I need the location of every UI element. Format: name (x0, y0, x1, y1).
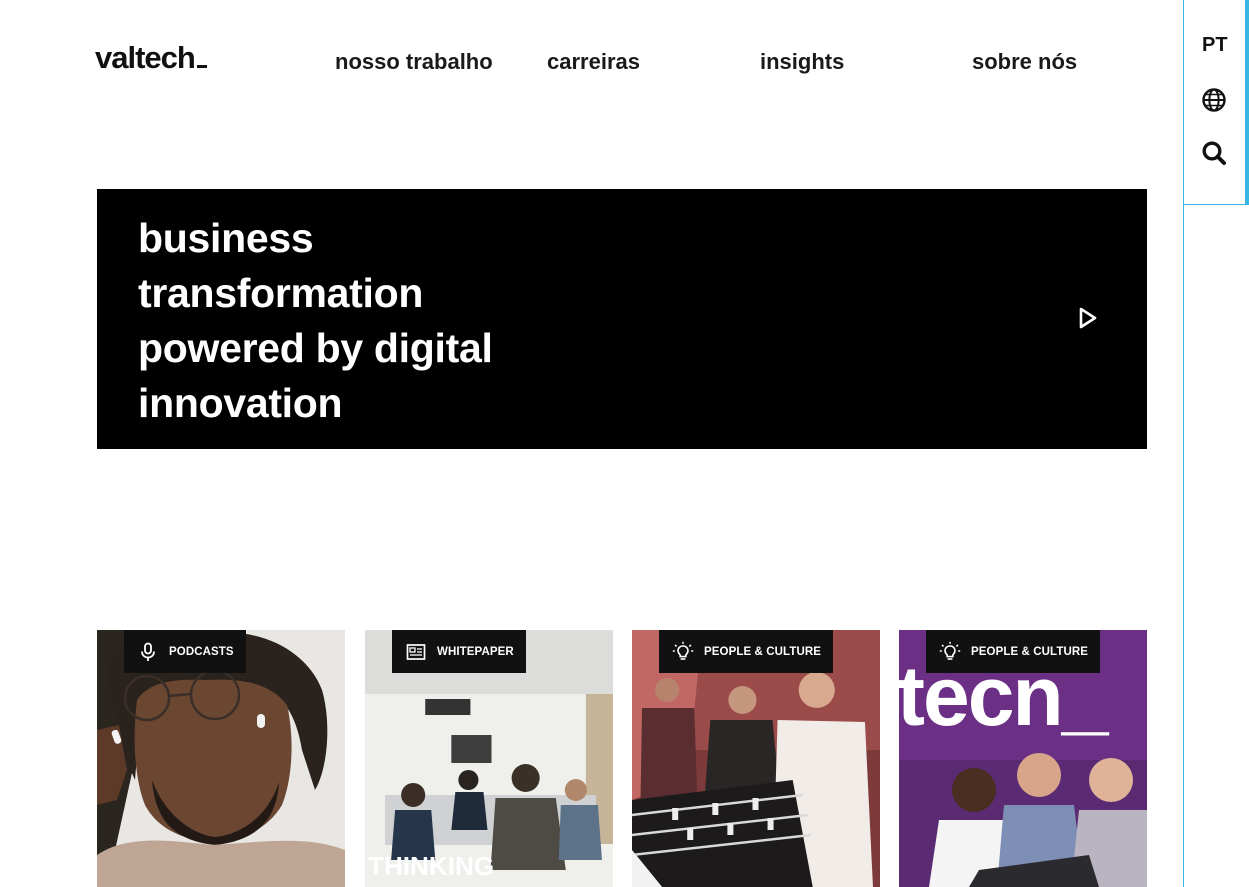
play-icon[interactable] (1072, 303, 1102, 333)
microphone-icon (141, 642, 155, 661)
document-icon (406, 643, 426, 660)
language-selector[interactable]: PT (1202, 34, 1228, 57)
nav-item-carreiras[interactable]: carreiras (547, 48, 640, 76)
card-image-text-thinking: THINKING (368, 851, 494, 881)
card-podcasts[interactable]: PODCASTS (97, 630, 345, 887)
card-category-label: PEOPLE & CULTURE (704, 645, 822, 658)
card-category-tag: PEOPLE & CULTURE (659, 630, 834, 673)
card-people-culture-1[interactable]: PEOPLE & CULTURE (632, 630, 880, 887)
globe-icon[interactable] (1201, 87, 1227, 113)
card-category-label: PODCASTS (169, 645, 234, 658)
card-category-tag: WHITEPAPER (392, 630, 526, 673)
hero-banner: business transformation powered by digit… (97, 189, 1147, 449)
valtech-logo[interactable]: valtech (95, 40, 207, 76)
card-category-label: WHITEPAPER (437, 645, 514, 658)
scrollbar-thumb[interactable] (1245, 0, 1249, 205)
nav-item-insights[interactable]: insights (760, 48, 844, 76)
hero-title: business transformation powered by digit… (138, 215, 493, 426)
card-category-label: PEOPLE & CULTURE (971, 645, 1089, 658)
side-rail: PT (1183, 0, 1249, 887)
lightbulb-icon (939, 641, 961, 660)
logo-cursor-mark (196, 65, 207, 68)
card-whitepaper[interactable]: THINKING WHITEPAPER (365, 630, 613, 887)
card-people-culture-2[interactable]: tecn_ PEOPLE & CULTURE (899, 630, 1147, 887)
nav-item-nosso-trabalho[interactable]: nosso trabalho (335, 48, 493, 76)
card-category-tag: PEOPLE & CULTURE (926, 630, 1101, 673)
lightbulb-icon (672, 641, 694, 660)
site-header: valtech nosso trabalho carreiras insight… (0, 0, 1183, 120)
nav-item-sobre-nos[interactable]: sobre nós (972, 48, 1077, 76)
search-icon[interactable] (1201, 140, 1227, 166)
logo-text: valtech (95, 40, 196, 75)
card-category-tag: PODCASTS (124, 630, 246, 673)
